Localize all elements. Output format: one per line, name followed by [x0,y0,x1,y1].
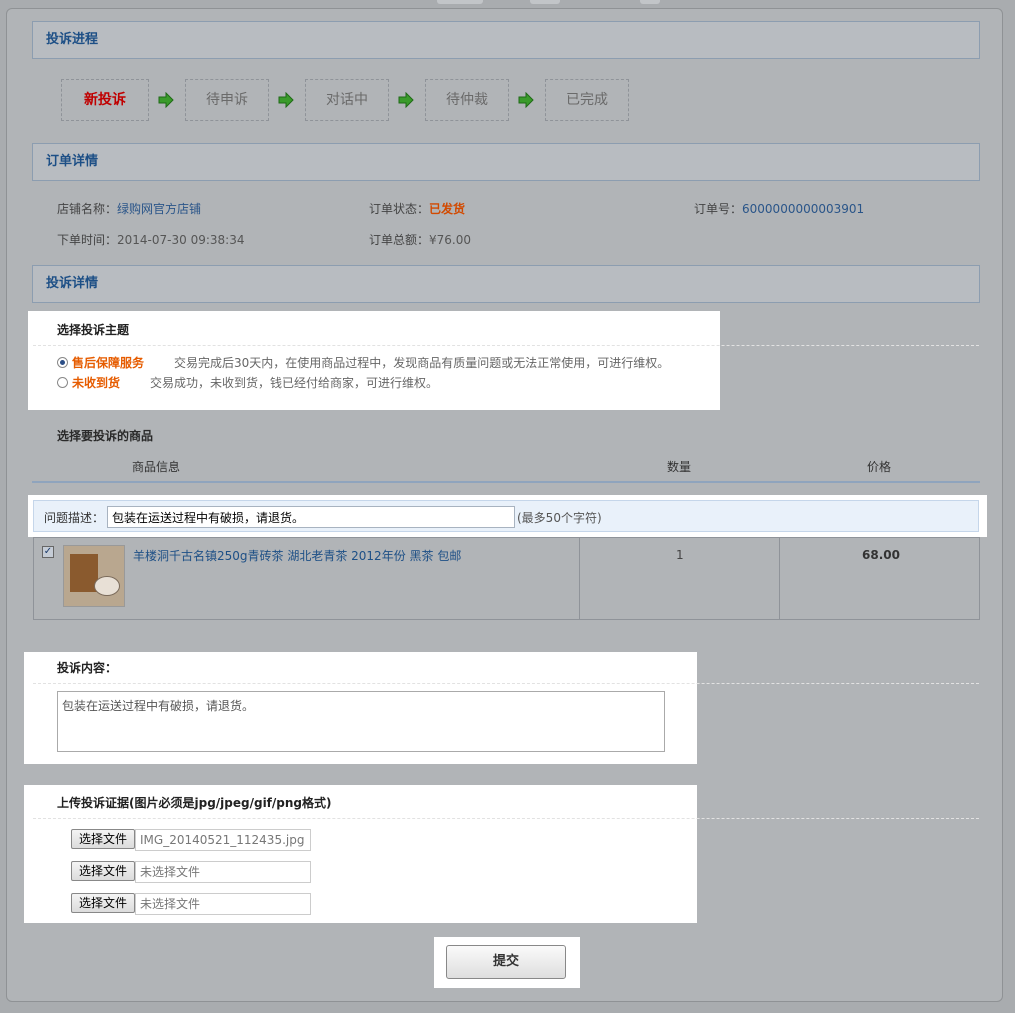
product-name-link[interactable]: 羊楼洞千古名镇250g青砖茶 湖北老青茶 2012年份 黑茶 包邮 [133,547,461,564]
arrow-right-icon [518,92,534,108]
order-time-row: 下单时间：2014-07-30 09:38:34 [57,231,244,248]
top-tab-nub [530,0,560,4]
store-name-row: 店铺名称：绿购网官方店铺 [57,200,201,217]
order-total-label: 订单总额： [369,233,430,247]
subject-option-desc: 交易完成后30天内，在使用商品过程中，发现商品有质量问题或无法正常使用，可进行维… [174,356,670,370]
step-pending-appeal: 待申诉 [185,79,269,121]
step-new: 新投诉 [61,79,149,121]
goods-title: 选择要投诉的商品 [57,429,154,443]
subject-option-desc: 交易成功，未收到货，钱已经付给商家，可进行维权。 [150,376,439,390]
file-name: IMG_20140521_112435.jpg [135,829,311,851]
subject-title: 选择投诉主题 [57,323,130,337]
complaint-content-textarea[interactable]: 包装在运送过程中有破损，请退货。 [57,691,665,752]
subject-option-after-sale[interactable]: 售后保障服务 交易完成后30天内，在使用商品过程中，发现商品有质量问题或无法正常使… [57,354,669,371]
section-header-progress: 投诉进程 [32,21,980,59]
divider [33,683,979,684]
choose-file-button[interactable]: 选择文件 [71,893,135,913]
divider [33,818,979,819]
radio-unselected-icon[interactable] [57,377,68,388]
section-header-order: 订单详情 [32,143,980,181]
file-name: 未选择文件 [135,893,311,915]
order-time-value: 2014-07-30 09:38:34 [117,233,245,247]
subject-option-label: 未收到货 [72,376,121,390]
order-status-value: 已发货 [429,202,466,216]
order-total-value: ¥76.00 [429,233,472,247]
problem-desc-hint: (最多50个字符) [517,511,602,525]
subject-option-not-received[interactable]: 未收到货 交易成功，未收到货，钱已经付给商家，可进行维权。 [57,374,438,391]
product-thumbnail[interactable] [63,545,125,607]
column-divider [579,537,580,620]
section-header-complaint: 投诉详情 [32,265,980,303]
order-number-row: 订单号：6000000000003901 [694,200,864,217]
order-number-label: 订单号： [694,202,743,216]
table-header-line [32,481,980,483]
step-completed: 已完成 [545,79,629,121]
file-name: 未选择文件 [135,861,311,883]
store-name-label: 店铺名称： [57,202,118,216]
submit-button[interactable]: 提交 [446,945,566,979]
choose-file-button[interactable]: 选择文件 [71,829,135,849]
top-tab-nub [437,0,483,4]
subject-option-label: 售后保障服务 [72,356,145,370]
column-header-info: 商品信息 [132,460,181,474]
store-name-link[interactable]: 绿购网官方店铺 [117,202,201,216]
upload-title: 上传投诉证据(图片必须是jpg/jpeg/gif/png格式) [57,796,332,810]
problem-desc-label: 问题描述： [44,511,105,525]
arrow-right-icon [158,92,174,108]
order-status-label: 订单状态： [369,202,430,216]
order-total-row: 订单总额：¥76.00 [369,231,471,248]
order-time-label: 下单时间： [57,233,118,247]
divider [33,345,979,346]
product-qty: 1 [676,548,684,562]
step-in-dialogue: 对话中 [305,79,389,121]
arrow-right-icon [398,92,414,108]
product-price: 68.00 [862,548,900,562]
order-status-row: 订单状态：已发货 [369,200,465,217]
column-header-qty: 数量 [667,460,692,474]
column-header-price: 价格 [867,460,892,474]
content-title: 投诉内容： [57,661,118,675]
product-checkbox[interactable]: ✓ [42,546,54,558]
choose-file-button[interactable]: 选择文件 [71,861,135,881]
column-divider [779,537,780,620]
arrow-right-icon [278,92,294,108]
step-pending-arbitration: 待仲裁 [425,79,509,121]
radio-selected-icon[interactable] [57,357,68,368]
top-tab-nub [640,0,660,4]
problem-desc-input[interactable] [107,506,515,528]
order-number-link[interactable]: 6000000000003901 [742,202,864,216]
